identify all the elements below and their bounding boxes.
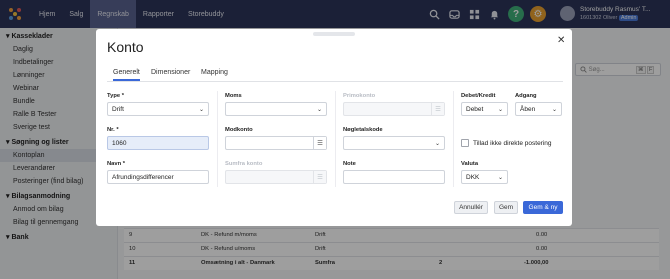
navn-label: Navn * [107, 161, 126, 167]
adgang-label: Adgang [515, 93, 537, 99]
close-icon[interactable]: ✕ [557, 35, 565, 46]
debet-select[interactable]: Debet ⌄ [461, 102, 508, 116]
debet-value: Debet [466, 106, 484, 113]
primokonto-label: Primokonto [343, 93, 376, 99]
adgang-select[interactable]: Åben ⌄ [515, 102, 562, 116]
note-label: Note [343, 161, 356, 167]
dialog-title: Konto [107, 39, 144, 55]
valuta-select[interactable]: DKK ⌄ [461, 170, 508, 184]
direct-posting-checkbox[interactable] [461, 139, 469, 147]
save-new-button[interactable]: Gem & ny [523, 201, 563, 214]
sumfra-field: ☰ [225, 170, 327, 184]
save-button[interactable]: Gem [494, 201, 518, 214]
chevron-down-icon: ⌄ [434, 141, 440, 147]
column-divider [217, 91, 218, 187]
cancel-button[interactable]: Annullér [454, 201, 488, 214]
type-value: Drift [112, 106, 124, 113]
debet-label: Debet/Kredit [461, 93, 496, 99]
tab-dimensioner[interactable]: Dimensioner [151, 69, 190, 76]
dialog-tabs: Generelt Dimensioner Mapping [107, 67, 563, 82]
chevron-down-icon: ⌄ [198, 107, 204, 113]
note-field[interactable] [343, 170, 445, 184]
moms-select[interactable]: ⌄ [225, 102, 327, 116]
chevron-down-icon: ⌄ [497, 107, 503, 113]
navn-field[interactable]: Afrundingsdifferencer [107, 170, 209, 184]
valuta-label: Valuta [461, 161, 479, 167]
chevron-down-icon: ⌄ [551, 107, 557, 113]
nr-field[interactable]: 1060 [107, 136, 209, 150]
moms-label: Moms [225, 93, 242, 99]
lookup-icon[interactable]: ☰ [313, 137, 326, 149]
valuta-value: DKK [466, 174, 480, 181]
lookup-icon: ☰ [313, 171, 326, 183]
adgang-value: Åben [520, 106, 536, 113]
nr-label: Nr. * [107, 127, 119, 133]
modkonto-field[interactable]: ☰ [225, 136, 327, 150]
direct-posting-label: Tillad ikke direkte postering [473, 140, 552, 147]
noegletal-label: Nøgletalskode [343, 127, 383, 133]
chevron-down-icon: ⌄ [316, 107, 322, 113]
chevron-down-icon: ⌄ [497, 175, 503, 181]
type-label: Type * [107, 93, 124, 99]
tab-generelt[interactable]: Generelt [113, 69, 140, 81]
drag-handle[interactable] [313, 32, 355, 36]
column-divider [453, 91, 454, 187]
noegletal-select[interactable]: ⌄ [343, 136, 445, 150]
sumfra-label: Sumfra konto [225, 161, 263, 167]
modkonto-label: Modkonto [225, 127, 253, 133]
primokonto-field: ☰ [343, 102, 445, 116]
column-divider [335, 91, 336, 187]
type-select[interactable]: Drift ⌄ [107, 102, 209, 116]
lookup-icon: ☰ [431, 103, 444, 115]
tab-mapping[interactable]: Mapping [201, 69, 228, 76]
account-dialog: Konto ✕ Generelt Dimensioner Mapping Typ… [96, 29, 572, 226]
